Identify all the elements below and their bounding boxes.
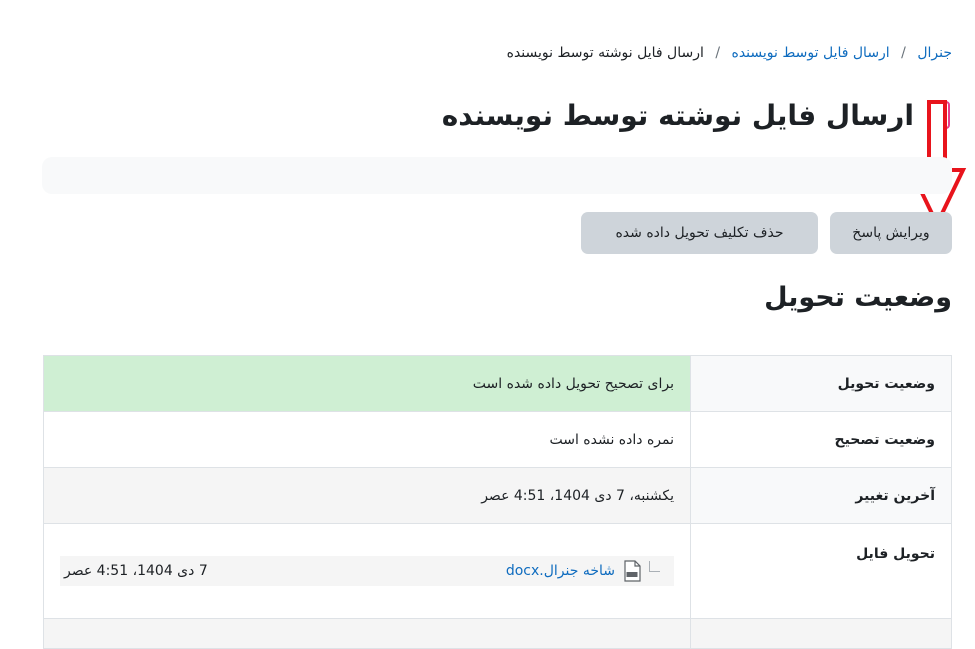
table-row [43,618,952,649]
table-row: آخرین تغییر یکشنبه، 7 دی 1404، 4:51 عصر [43,467,952,524]
file-entry: شاخه جنرال.docx [506,560,660,582]
breadcrumb-current: ارسال فایل نوشته توسط نویسنده [506,45,704,61]
tree-connector [649,560,660,572]
page-header: ارسال فایل نوشته توسط نویسنده [442,90,952,140]
table-row: وضعیت تصحیح نمره داده نشده است [43,411,952,468]
submission-status-value: برای تصحیح تحویل داده شده است [43,355,691,412]
row-label [690,618,952,649]
breadcrumb-separator: / [715,45,721,61]
last-modified-value: یکشنبه، 7 دی 1404، 4:51 عصر [43,467,691,524]
row-value [43,618,691,649]
table-row: وضعیت تحویل برای تصحیح تحویل داده شده اس… [43,355,952,412]
file-submissions-cell: شاخه جنرال.docx 7 دی 1404، 4:51 عصر [43,523,691,619]
breadcrumb-separator: / [901,45,906,61]
page-title: ارسال فایل نوشته توسط نویسنده [441,98,914,132]
grading-status-value: نمره داده نشده است [43,411,691,468]
row-label: وضعیت تحویل [690,355,952,412]
submission-actions: ویرایش پاسخ حذف تکلیف تحویل داده شده [581,212,952,254]
submission-status-table: وضعیت تحویل برای تصحیح تحویل داده شده اس… [43,355,952,649]
file-date: 7 دی 1404، 4:51 عصر [64,563,208,579]
breadcrumb-link-section[interactable]: ارسال فایل توسط نویسنده [732,45,890,61]
edit-submission-button[interactable]: ویرایش پاسخ [830,212,952,254]
row-label: تحویل فایل [690,523,952,619]
file-link[interactable]: شاخه جنرال.docx [506,563,615,579]
submission-status-heading: وضعیت تحویل [764,282,952,313]
row-label: وضعیت تصحیح [690,411,952,468]
row-label: آخرین تغییر [690,467,952,524]
file-item: شاخه جنرال.docx 7 دی 1404، 4:51 عصر [60,556,674,586]
doc-file-icon [624,560,641,582]
table-row: تحویل فایل شاخه جنرال.docx 7 دی 1404، 4:… [43,523,952,619]
breadcrumb: جنرال / ارسال فایل توسط نویسنده / ارسال … [40,45,952,61]
secondary-navigation [42,157,952,194]
breadcrumb-link-course[interactable]: جنرال [917,45,952,61]
remove-submission-button[interactable]: حذف تکلیف تحویل داده شده [581,212,818,254]
